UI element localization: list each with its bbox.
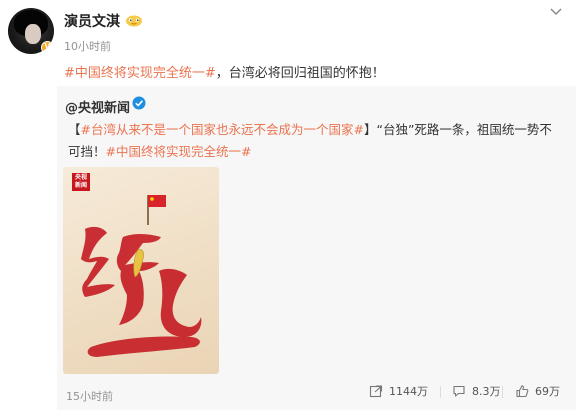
repost-username[interactable]: @央视新闻 xyxy=(65,97,130,116)
repost-time[interactable]: 15小时前 xyxy=(66,388,113,404)
post-text: ，台湾必将回归祖国的怀抱！ xyxy=(215,66,385,81)
blue-verified-icon xyxy=(132,96,146,110)
comment-count: 8.3万 xyxy=(472,385,501,398)
bracket-open: 【 xyxy=(68,122,81,137)
topic-link[interactable]: #中国终将实现完全统一# xyxy=(64,66,216,81)
vip-crown-icon[interactable] xyxy=(125,13,143,27)
bracket-close: 】 xyxy=(363,122,377,137)
post-content: #中国终将实现完全统一#，台湾必将回归祖国的怀抱！ xyxy=(64,62,385,81)
divider xyxy=(440,386,441,398)
topic-link[interactable]: #台湾从来不是一个国家也永远不会成为一个国家# xyxy=(81,122,364,137)
thumbs-up-icon xyxy=(516,385,529,398)
avatar-face xyxy=(25,24,41,44)
like-count: 69万 xyxy=(535,385,560,398)
comment-button[interactable]: 8.3万 xyxy=(452,383,501,399)
chevron-down-icon[interactable] xyxy=(548,6,564,18)
topic-link[interactable]: #中国终将实现完全统一# xyxy=(106,144,252,159)
share-icon xyxy=(369,385,383,398)
like-button[interactable]: 69万 xyxy=(515,383,560,399)
repost-count: 1144万 xyxy=(389,385,428,398)
repost-button[interactable]: 1144万 xyxy=(369,383,428,399)
comment-icon xyxy=(453,385,465,397)
verified-badge-icon: V xyxy=(41,41,54,54)
divider xyxy=(502,386,503,398)
post-time[interactable]: 10小时前 xyxy=(64,38,111,54)
post-username[interactable]: 演员文淇 xyxy=(64,11,120,31)
poster-image[interactable]: 央视 新闻 xyxy=(63,167,219,374)
repost-content: 【#台湾从来不是一个国家也永远不会成为一个国家#】“台独”死路一条，祖国统一势不… xyxy=(68,119,558,163)
tongyi-calligraphy-artwork xyxy=(81,195,202,357)
weibo-post: V 演员文淇 10小时前 #中国终将实现完全统一#，台湾必将回归祖国的怀抱！ @… xyxy=(0,0,576,410)
avatar[interactable]: V xyxy=(8,8,54,54)
